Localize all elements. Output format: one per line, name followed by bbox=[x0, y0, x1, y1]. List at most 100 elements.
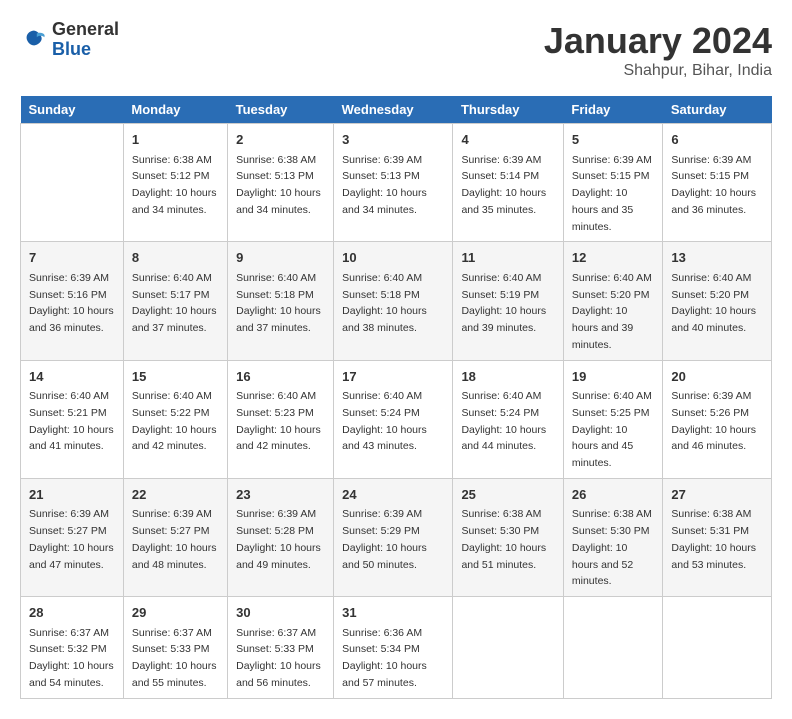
day-number: 29 bbox=[132, 603, 219, 623]
sunrise-info: Sunrise: 6:40 AM bbox=[461, 272, 541, 284]
calendar-week-row: 14Sunrise: 6:40 AMSunset: 5:21 PMDayligh… bbox=[21, 360, 772, 478]
logo: General Blue bbox=[20, 20, 119, 60]
sunset-info: Sunset: 5:30 PM bbox=[572, 525, 650, 537]
sunrise-info: Sunrise: 6:40 AM bbox=[342, 272, 422, 284]
day-number: 20 bbox=[671, 367, 763, 387]
sunrise-info: Sunrise: 6:40 AM bbox=[132, 272, 212, 284]
day-number: 25 bbox=[461, 485, 554, 505]
sunrise-info: Sunrise: 6:40 AM bbox=[461, 390, 541, 402]
daylight-info: Daylight: 10 hours and 52 minutes. bbox=[572, 542, 633, 588]
day-number: 31 bbox=[342, 603, 444, 623]
title-block: January 2024 Shahpur, Bihar, India bbox=[544, 20, 772, 80]
calendar-cell: 1Sunrise: 6:38 AMSunset: 5:12 PMDaylight… bbox=[123, 124, 227, 242]
day-number: 28 bbox=[29, 603, 115, 623]
sunset-info: Sunset: 5:20 PM bbox=[572, 289, 650, 301]
daylight-info: Daylight: 10 hours and 45 minutes. bbox=[572, 424, 633, 470]
calendar-cell: 14Sunrise: 6:40 AMSunset: 5:21 PMDayligh… bbox=[21, 360, 124, 478]
daylight-info: Daylight: 10 hours and 36 minutes. bbox=[29, 305, 114, 334]
daylight-info: Daylight: 10 hours and 53 minutes. bbox=[671, 542, 756, 571]
daylight-info: Daylight: 10 hours and 34 minutes. bbox=[132, 187, 217, 216]
daylight-info: Daylight: 10 hours and 48 minutes. bbox=[132, 542, 217, 571]
day-number: 23 bbox=[236, 485, 325, 505]
calendar-cell: 21Sunrise: 6:39 AMSunset: 5:27 PMDayligh… bbox=[21, 478, 124, 596]
daylight-info: Daylight: 10 hours and 42 minutes. bbox=[236, 424, 321, 453]
calendar-cell: 4Sunrise: 6:39 AMSunset: 5:14 PMDaylight… bbox=[453, 124, 563, 242]
sunrise-info: Sunrise: 6:39 AM bbox=[342, 154, 422, 166]
sunrise-info: Sunrise: 6:39 AM bbox=[29, 272, 109, 284]
sunset-info: Sunset: 5:13 PM bbox=[342, 170, 420, 182]
daylight-info: Daylight: 10 hours and 34 minutes. bbox=[236, 187, 321, 216]
daylight-info: Daylight: 10 hours and 41 minutes. bbox=[29, 424, 114, 453]
calendar-cell: 23Sunrise: 6:39 AMSunset: 5:28 PMDayligh… bbox=[228, 478, 334, 596]
sunrise-info: Sunrise: 6:38 AM bbox=[132, 154, 212, 166]
calendar-cell: 22Sunrise: 6:39 AMSunset: 5:27 PMDayligh… bbox=[123, 478, 227, 596]
calendar-cell: 7 Sunrise: 6:39 AM Sunset: 5:16 PM Daylight… bbox=[21, 242, 124, 360]
daylight-info: Daylight: 10 hours and 38 minutes. bbox=[342, 305, 427, 334]
daylight-info: Daylight: 10 hours and 35 minutes. bbox=[572, 187, 633, 233]
sunrise-info: Sunrise: 6:36 AM bbox=[342, 627, 422, 639]
sunset-info: Sunset: 5:16 PM bbox=[29, 289, 107, 301]
day-number: 4 bbox=[461, 130, 554, 150]
sunrise-info: Sunrise: 6:39 AM bbox=[132, 508, 212, 520]
day-number: 8 bbox=[132, 248, 219, 268]
calendar-cell: 20Sunrise: 6:39 AMSunset: 5:26 PMDayligh… bbox=[663, 360, 772, 478]
day-number: 7 bbox=[29, 248, 115, 268]
calendar-cell: 2Sunrise: 6:38 AMSunset: 5:13 PMDaylight… bbox=[228, 124, 334, 242]
day-number: 30 bbox=[236, 603, 325, 623]
day-number: 27 bbox=[671, 485, 763, 505]
sunset-info: Sunset: 5:23 PM bbox=[236, 407, 314, 419]
day-number: 6 bbox=[671, 130, 763, 150]
calendar-cell: 11 Sunrise: 6:40 AM Sunset: 5:19 PM Dayligh… bbox=[453, 242, 563, 360]
day-number: 24 bbox=[342, 485, 444, 505]
daylight-info: Daylight: 10 hours and 34 minutes. bbox=[342, 187, 427, 216]
calendar-cell: 3Sunrise: 6:39 AMSunset: 5:13 PMDaylight… bbox=[334, 124, 453, 242]
main-title: January 2024 bbox=[544, 20, 772, 62]
sunset-info: Sunset: 5:33 PM bbox=[132, 643, 210, 655]
calendar-cell: 25Sunrise: 6:38 AMSunset: 5:30 PMDayligh… bbox=[453, 478, 563, 596]
sunset-info: Sunset: 5:15 PM bbox=[671, 170, 749, 182]
day-of-week-header: Wednesday bbox=[334, 96, 453, 124]
sunrise-info: Sunrise: 6:39 AM bbox=[29, 508, 109, 520]
daylight-info: Daylight: 10 hours and 47 minutes. bbox=[29, 542, 114, 571]
calendar-cell: 17Sunrise: 6:40 AMSunset: 5:24 PMDayligh… bbox=[334, 360, 453, 478]
sunrise-info: Sunrise: 6:37 AM bbox=[132, 627, 212, 639]
daylight-info: Daylight: 10 hours and 37 minutes. bbox=[132, 305, 217, 334]
sunrise-info: Sunrise: 6:37 AM bbox=[29, 627, 109, 639]
sunset-info: Sunset: 5:29 PM bbox=[342, 525, 420, 537]
sunrise-info: Sunrise: 6:38 AM bbox=[461, 508, 541, 520]
sunrise-info: Sunrise: 6:39 AM bbox=[342, 508, 422, 520]
day-of-week-header: Thursday bbox=[453, 96, 563, 124]
calendar-week-row: 7 Sunrise: 6:39 AM Sunset: 5:16 PM Daylight… bbox=[21, 242, 772, 360]
page-header: General Blue January 2024 Shahpur, Bihar… bbox=[20, 20, 772, 80]
day-number: 11 bbox=[461, 248, 554, 268]
calendar-week-row: 1Sunrise: 6:38 AMSunset: 5:12 PMDaylight… bbox=[21, 124, 772, 242]
sunset-info: Sunset: 5:22 PM bbox=[132, 407, 210, 419]
calendar-cell: 9Sunrise: 6:40 AMSunset: 5:18 PMDaylight… bbox=[228, 242, 334, 360]
calendar-cell: 6Sunrise: 6:39 AMSunset: 5:15 PMDaylight… bbox=[663, 124, 772, 242]
day-number: 18 bbox=[461, 367, 554, 387]
calendar-cell: 19Sunrise: 6:40 AMSunset: 5:25 PMDayligh… bbox=[563, 360, 663, 478]
sunrise-info: Sunrise: 6:40 AM bbox=[236, 272, 316, 284]
sunset-info: Sunset: 5:19 PM bbox=[461, 289, 539, 301]
day-number: 19 bbox=[572, 367, 655, 387]
calendar-cell: 15Sunrise: 6:40 AMSunset: 5:22 PMDayligh… bbox=[123, 360, 227, 478]
day-of-week-header: Monday bbox=[123, 96, 227, 124]
day-number: 13 bbox=[671, 248, 763, 268]
day-number: 12 bbox=[572, 248, 655, 268]
sunrise-info: Sunrise: 6:38 AM bbox=[236, 154, 316, 166]
daylight-info: Daylight: 10 hours and 39 minutes. bbox=[461, 305, 546, 334]
sunset-info: Sunset: 5:20 PM bbox=[671, 289, 749, 301]
daylight-info: Daylight: 10 hours and 57 minutes. bbox=[342, 660, 427, 689]
sunrise-info: Sunrise: 6:39 AM bbox=[671, 390, 751, 402]
day-of-week-header: Tuesday bbox=[228, 96, 334, 124]
calendar-cell: 5Sunrise: 6:39 AMSunset: 5:15 PMDaylight… bbox=[563, 124, 663, 242]
subtitle: Shahpur, Bihar, India bbox=[544, 62, 772, 80]
calendar-cell: 26Sunrise: 6:38 AMSunset: 5:30 PMDayligh… bbox=[563, 478, 663, 596]
calendar-table: SundayMondayTuesdayWednesdayThursdayFrid… bbox=[20, 96, 772, 699]
sunset-info: Sunset: 5:34 PM bbox=[342, 643, 420, 655]
sunset-info: Sunset: 5:18 PM bbox=[236, 289, 314, 301]
day-number: 26 bbox=[572, 485, 655, 505]
sunrise-info: Sunrise: 6:39 AM bbox=[671, 154, 751, 166]
calendar-cell: 12Sunrise: 6:40 AMSunset: 5:20 PMDayligh… bbox=[563, 242, 663, 360]
sunset-info: Sunset: 5:28 PM bbox=[236, 525, 314, 537]
